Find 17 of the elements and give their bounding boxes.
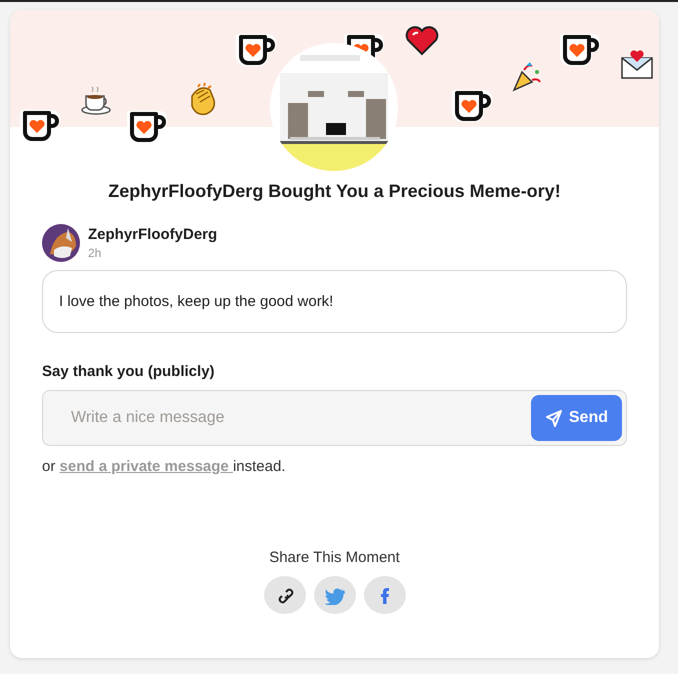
private-message-link[interactable]: send a private message <box>60 458 233 475</box>
facebook-share-button[interactable] <box>364 576 406 614</box>
send-icon <box>544 409 563 427</box>
sender-name: ZephyrFloofyDerg <box>88 226 218 243</box>
headline: ZephyrFloofyDerg Bought You a Precious Meme-ory! <box>107 181 562 202</box>
heart-icon <box>405 26 439 56</box>
send-button[interactable]: Send <box>530 395 622 441</box>
timestamp: 2h <box>88 246 102 260</box>
message-field[interactable]: Write a nice message Send <box>42 390 627 446</box>
envelope-heart-icon <box>620 48 654 80</box>
share-title: Share This Moment <box>269 549 400 566</box>
facebook-icon <box>380 586 390 604</box>
copy-link-button[interactable] <box>264 576 306 614</box>
twitter-share-button[interactable] <box>314 576 356 614</box>
field-label: Say thank you (publicly) <box>42 363 216 380</box>
message-text: I love the photos, keep up the good work! <box>42 270 627 333</box>
private-message-note: or send a private message instead. <box>42 458 286 475</box>
